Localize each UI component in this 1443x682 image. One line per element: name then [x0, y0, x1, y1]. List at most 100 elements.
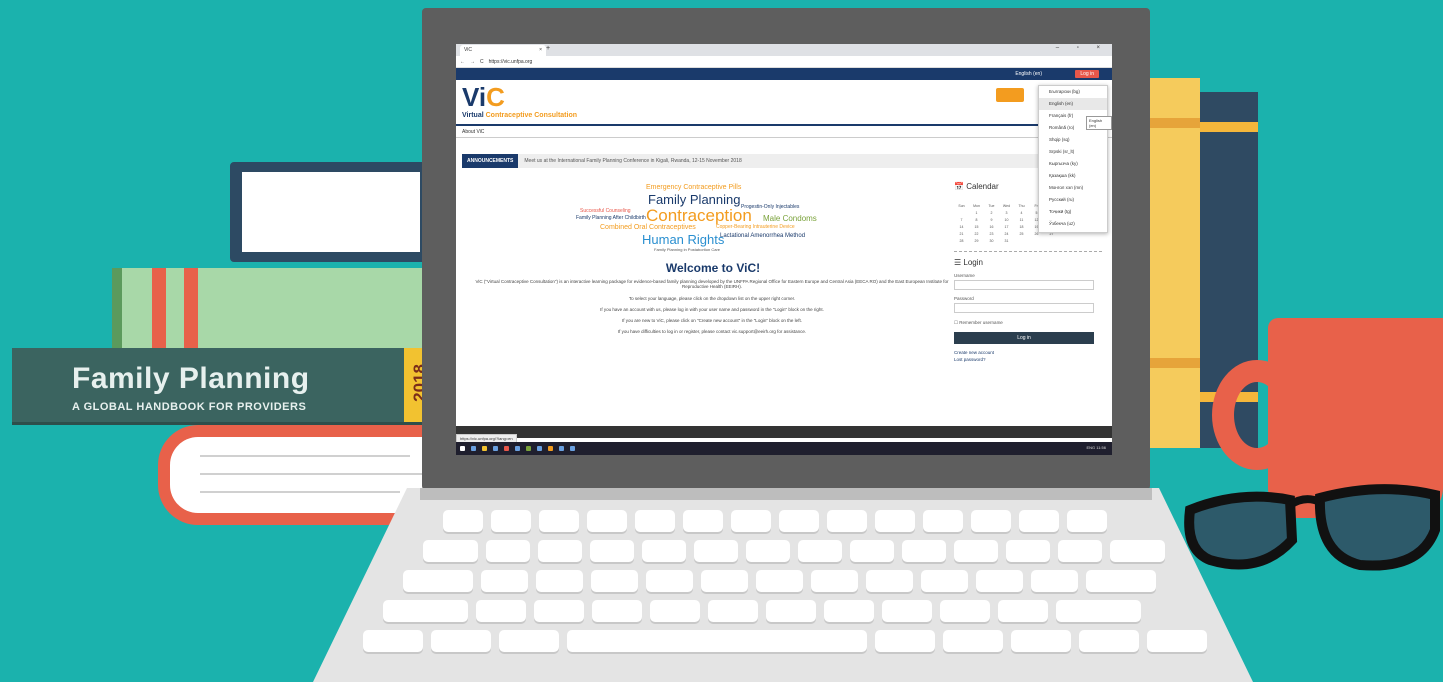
- about-nav: About ViC: [456, 126, 1112, 138]
- calendar-day[interactable]: 1: [971, 211, 982, 215]
- calendar-day[interactable]: 14: [956, 225, 967, 229]
- calendar-day[interactable]: 9: [986, 218, 997, 222]
- family-planning-book: Family Planning A GLOBAL HANDBOOK FOR PR…: [12, 348, 432, 425]
- taskbar-app-icon[interactable]: [570, 446, 575, 451]
- taskbar-app-icon[interactable]: [471, 446, 476, 451]
- calendar-day[interactable]: 18: [1016, 225, 1027, 229]
- weekday: Mon: [973, 204, 980, 208]
- announcements-label[interactable]: ANNOUNCEMENTS: [462, 154, 519, 168]
- login-title: ☰ Login: [954, 258, 983, 267]
- taskbar-app-icon[interactable]: [493, 446, 498, 451]
- taskbar-app-icon[interactable]: [559, 446, 564, 451]
- wordcloud-term: Contraception: [646, 206, 752, 225]
- remember-label: Remember username: [959, 320, 1003, 325]
- language-option[interactable]: Қазақша (kk): [1039, 170, 1107, 182]
- calendar-day[interactable]: 7: [956, 218, 967, 222]
- create-account-link[interactable]: Create new account: [954, 350, 1102, 355]
- wordcloud-term: Human Rights: [642, 232, 725, 247]
- taskbar-app-icon[interactable]: [515, 446, 520, 451]
- weekday: Sun: [958, 204, 965, 208]
- announcement-text[interactable]: Meet us at the International Family Plan…: [518, 158, 741, 164]
- taskbar-clock[interactable]: ENG 11:56: [1087, 445, 1107, 450]
- site-footer: [456, 426, 1112, 438]
- taskbar-app-icon[interactable]: [504, 446, 509, 451]
- weekday: Thu: [1018, 204, 1025, 208]
- taskbar-app-icon[interactable]: [537, 446, 542, 451]
- forward-icon[interactable]: →: [470, 59, 475, 65]
- calendar-day[interactable]: 2: [986, 211, 997, 215]
- calendar-day[interactable]: 3: [1001, 211, 1012, 215]
- calendar-title-text: Calendar: [966, 182, 999, 191]
- book-stack-bottom: [158, 425, 433, 525]
- calendar-week: 28 29 30 31: [954, 239, 1102, 243]
- lost-password-link[interactable]: Lost password?: [954, 357, 1102, 362]
- calendar-day[interactable]: 10: [1001, 218, 1012, 222]
- calendar-day[interactable]: [1046, 239, 1057, 243]
- calendar-day[interactable]: 31: [1001, 239, 1012, 243]
- calendar-day[interactable]: 17: [1001, 225, 1012, 229]
- calendar-day[interactable]: 15: [971, 225, 982, 229]
- calendar-day[interactable]: 28: [956, 239, 967, 243]
- language-option[interactable]: Русский (ru): [1039, 194, 1107, 206]
- header-login-button[interactable]: Log in: [1075, 70, 1099, 78]
- book-stack-top: [230, 162, 430, 262]
- logo-sub-virtual: Virtual: [462, 112, 484, 119]
- login-submit-button[interactable]: Log in: [954, 332, 1094, 344]
- calendar-day[interactable]: [1031, 239, 1042, 243]
- taskbar-app-icon[interactable]: [548, 446, 553, 451]
- wordcloud-term: Emergency Contraceptive Pills: [646, 184, 742, 191]
- calendar-day[interactable]: 23: [986, 232, 997, 236]
- reload-icon[interactable]: C: [480, 59, 484, 65]
- weekday: Tue: [988, 204, 995, 208]
- calendar-day[interactable]: 25: [1016, 232, 1027, 236]
- language-selector[interactable]: English (en): [1015, 71, 1042, 77]
- taskbar-app-icon[interactable]: [526, 446, 531, 451]
- language-option[interactable]: Монгол хэл (mn): [1039, 182, 1107, 194]
- calendar-day[interactable]: 30: [986, 239, 997, 243]
- welcome-title: Welcome to ViC!: [665, 261, 761, 275]
- intro-paragraph: ViC ("Virtual Contraceptive Consultation…: [475, 279, 949, 289]
- browser-tab[interactable]: ViC ×: [460, 45, 546, 56]
- start-icon[interactable]: [460, 446, 465, 451]
- logo-subtitle: Virtual Contraceptive Consultation: [462, 112, 577, 119]
- language-option[interactable]: Кыргызча (ky): [1039, 158, 1107, 170]
- calendar-day[interactable]: 29: [971, 239, 982, 243]
- about-link[interactable]: About ViC: [462, 129, 484, 135]
- tab-close-icon[interactable]: ×: [539, 47, 542, 54]
- window-controls[interactable]: – ▫ ×: [1056, 45, 1108, 51]
- wordcloud-term: Family Planning in Postabortion Care: [654, 247, 721, 252]
- username-field[interactable]: [954, 280, 1094, 290]
- tab-bar: ViC × + – ▫ ×: [456, 44, 1112, 56]
- language-option[interactable]: Български (bg): [1039, 86, 1107, 98]
- username-label: Username: [954, 273, 975, 278]
- intro-paragraph: If you are new to ViC, please click on "…: [622, 318, 802, 323]
- language-dropdown: Български (bg) English (en) Français (fr…: [1038, 85, 1108, 233]
- back-icon[interactable]: ←: [460, 59, 465, 65]
- intro-paragraph: If you have difficulties to log in or re…: [617, 329, 807, 334]
- calendar-day[interactable]: [956, 211, 967, 215]
- language-option[interactable]: Тоҷикӣ (tg): [1039, 206, 1107, 218]
- calendar-day[interactable]: 21: [956, 232, 967, 236]
- language-option[interactable]: Shqip (sq): [1039, 134, 1107, 146]
- calendar-day[interactable]: 16: [986, 225, 997, 229]
- url-field[interactable]: https://vic.unfpa.org: [489, 59, 533, 65]
- language-option[interactable]: Ўзбекча (uz): [1039, 218, 1107, 230]
- remember-username[interactable]: ☐ Remember username: [954, 320, 1102, 326]
- calendar-day[interactable]: 11: [1016, 218, 1027, 222]
- wordcloud-term: Family Planning After Childbirth: [576, 215, 646, 221]
- language-option[interactable]: Srpski (sr_lt): [1039, 146, 1107, 158]
- password-field[interactable]: [954, 303, 1094, 313]
- logo-sub-rest: Contraceptive Consultation: [485, 112, 578, 119]
- new-tab-button[interactable]: +: [546, 45, 550, 52]
- calendar-day[interactable]: 4: [1016, 211, 1027, 215]
- book-title: Family Planning: [72, 362, 310, 395]
- calendar-day[interactable]: 22: [971, 232, 982, 236]
- taskbar-app-icon[interactable]: [482, 446, 487, 451]
- calendar-day[interactable]: 8: [971, 218, 982, 222]
- calendar-day[interactable]: 24: [1001, 232, 1012, 236]
- laptop-keyboard-base: [313, 488, 1253, 682]
- vic-logo[interactable]: ViC: [462, 84, 505, 110]
- language-option[interactable]: English (en): [1039, 98, 1107, 110]
- calendar-day[interactable]: [1016, 239, 1027, 243]
- weekday: Wed: [1002, 204, 1011, 208]
